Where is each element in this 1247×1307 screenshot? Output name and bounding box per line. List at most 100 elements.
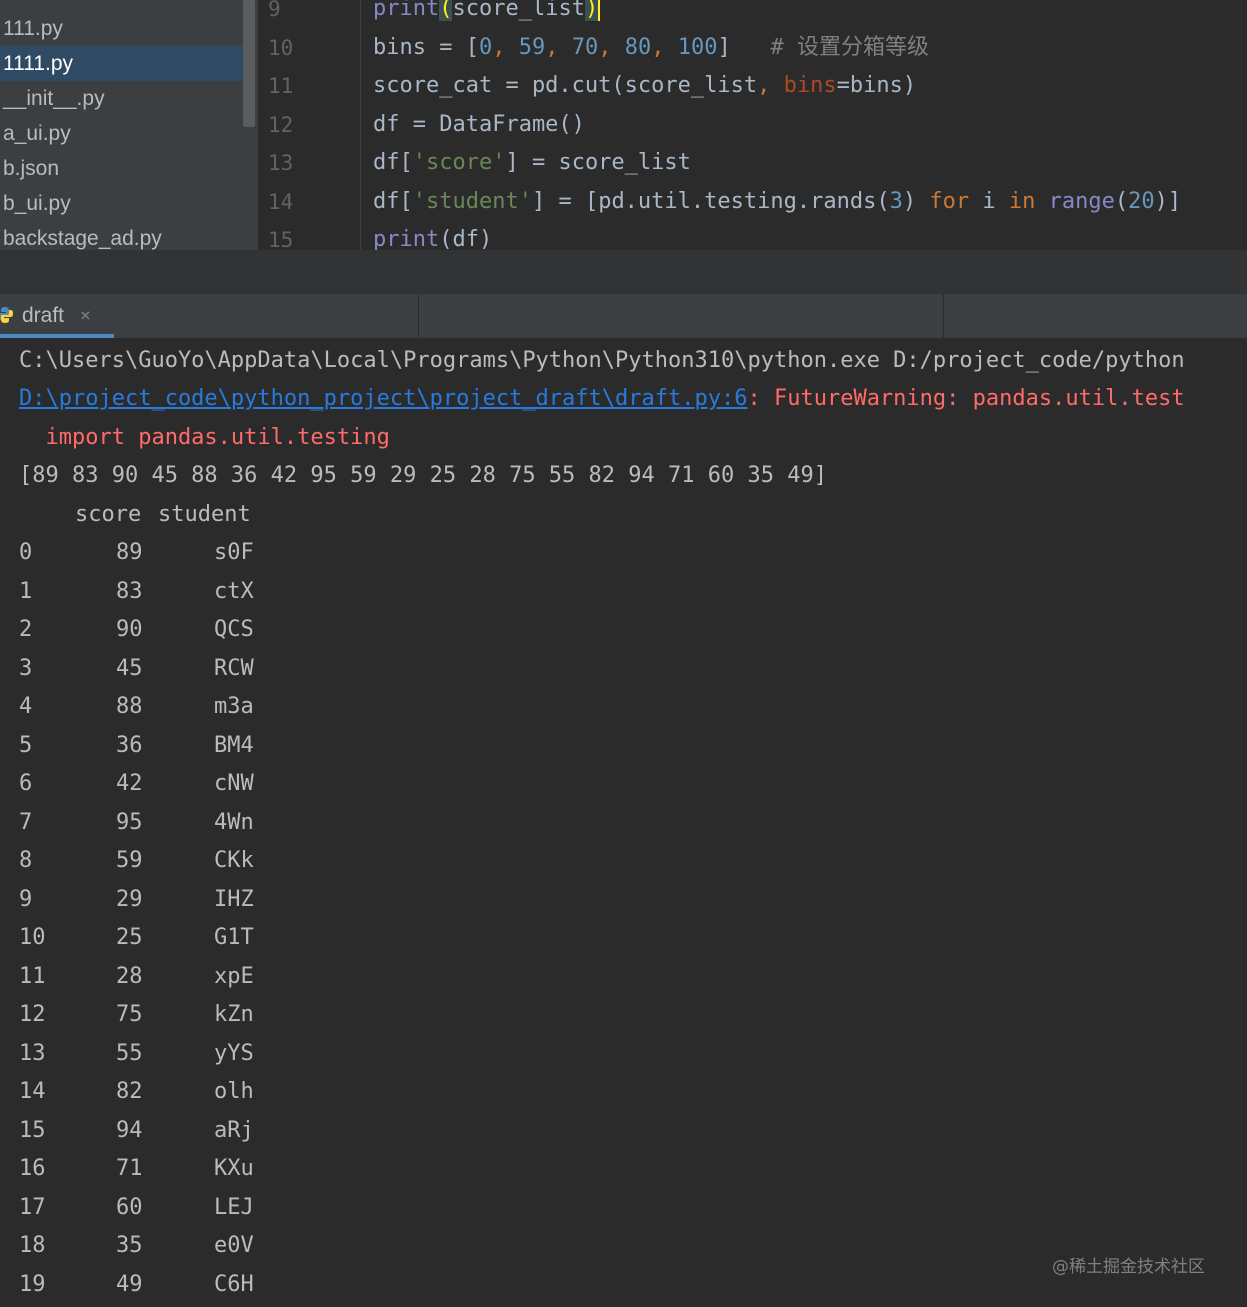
code-token: bins = [ bbox=[373, 34, 479, 60]
code-token: i bbox=[969, 188, 1009, 214]
code-line: df['score'] = score_list bbox=[373, 144, 691, 182]
row-index: 19 bbox=[19, 1271, 46, 1297]
code-token: ( bbox=[1114, 188, 1129, 214]
student-cell: yYS bbox=[214, 1040, 254, 1066]
project-scrollbar[interactable] bbox=[243, 0, 255, 127]
file-item[interactable]: b_ui.py bbox=[0, 186, 243, 221]
student-cell: s0F bbox=[214, 540, 254, 565]
row-index: 13 bbox=[19, 1040, 46, 1066]
table-header-score: score bbox=[75, 502, 142, 527]
run-console-output[interactable]: C:\Users\GuoYo\AppData\Local\Programs\Py… bbox=[0, 338, 1247, 1307]
line-number: 11 bbox=[268, 74, 294, 98]
tab-separator bbox=[943, 294, 944, 338]
score-cell: 35 bbox=[116, 1233, 143, 1258]
line-number: 9 bbox=[268, 0, 281, 21]
score-cell: 60 bbox=[116, 1194, 143, 1220]
code-line: score_cat = pd.cut(score_list, bins=bins… bbox=[373, 67, 916, 105]
code-token: ] bbox=[717, 34, 771, 60]
row-index: 3 bbox=[19, 655, 33, 681]
code-token: 'score' bbox=[412, 150, 506, 175]
python-icon bbox=[0, 307, 13, 323]
score-cell: 25 bbox=[116, 925, 143, 950]
row-index: 0 bbox=[19, 540, 33, 565]
row-index: 6 bbox=[19, 771, 33, 796]
code-token: bins bbox=[783, 73, 837, 98]
code-token: ) bbox=[902, 188, 930, 214]
warning-text: : FutureWarning: pandas.util.test bbox=[747, 386, 1185, 411]
console-warning-line: D:\project_code\python_project\project_d… bbox=[19, 380, 1185, 418]
score-cell: 42 bbox=[116, 771, 143, 796]
score-cell: 59 bbox=[116, 848, 143, 873]
project-file-tree: 111.py 1111.py __init__.py a_ui.py b.json b_u… bbox=[0, 0, 258, 291]
row-index: 5 bbox=[19, 732, 33, 758]
file-item[interactable]: 1111.py bbox=[0, 46, 243, 81]
code-line: df['student'] = [pd.util.testing.rands(3… bbox=[373, 183, 1181, 221]
table-header-student: student bbox=[158, 502, 251, 527]
student-cell: xpE bbox=[214, 963, 254, 989]
score-cell: 75 bbox=[116, 1002, 143, 1027]
row-index: 4 bbox=[19, 694, 33, 719]
code-token: ( bbox=[439, 0, 453, 21]
student-cell: RCW bbox=[214, 655, 254, 681]
code-token: # 设置分箱等级 bbox=[770, 34, 929, 60]
row-index: 11 bbox=[19, 963, 46, 989]
row-index: 17 bbox=[19, 1194, 46, 1220]
file-item[interactable]: 111.py bbox=[0, 11, 243, 46]
warning-import-line: import pandas.util.testing bbox=[19, 425, 390, 450]
file-item[interactable]: a_ui.py bbox=[0, 116, 243, 151]
code-line: df = DataFrame() bbox=[373, 106, 585, 144]
student-cell: KXu bbox=[214, 1156, 254, 1181]
code-line: bins = [0, 59, 70, 80, 100] # 设置分箱等级 bbox=[373, 29, 929, 67]
score-cell: 88 bbox=[116, 694, 143, 719]
text-caret bbox=[598, 0, 601, 21]
score-cell: 45 bbox=[116, 655, 143, 681]
score-cell: 36 bbox=[116, 732, 143, 758]
code-token: =bins) bbox=[836, 73, 917, 98]
console-command-line: C:\Users\GuoYo\AppData\Local\Programs\Py… bbox=[19, 348, 1185, 373]
code-token: , bbox=[757, 73, 784, 98]
code-token: score_cat = pd.cut(score_list bbox=[373, 73, 758, 98]
code-token: print bbox=[373, 227, 440, 252]
close-icon[interactable]: × bbox=[80, 294, 91, 338]
code-token: (df) bbox=[439, 227, 493, 252]
file-item[interactable]: __init__.py bbox=[0, 81, 243, 116]
code-token: 0 bbox=[478, 34, 493, 60]
code-line: print(score_list) bbox=[373, 0, 601, 28]
score-cell: 55 bbox=[116, 1040, 143, 1066]
code-token: 100 bbox=[677, 34, 718, 60]
code-token: print bbox=[373, 0, 440, 21]
code-token: , bbox=[492, 34, 519, 60]
code-token: in bbox=[1008, 188, 1036, 214]
tab-separator bbox=[418, 294, 419, 338]
code-token: ) bbox=[584, 0, 599, 21]
score-cell: 90 bbox=[116, 617, 143, 642]
row-index: 18 bbox=[19, 1233, 46, 1258]
run-tab-draft[interactable]: draft × bbox=[0, 294, 114, 338]
score-cell: 94 bbox=[116, 1117, 143, 1143]
line-number: 12 bbox=[268, 112, 294, 137]
student-cell: C6H bbox=[214, 1271, 254, 1297]
student-cell: LEJ bbox=[214, 1194, 254, 1220]
row-index: 14 bbox=[19, 1079, 46, 1104]
code-token: , bbox=[651, 34, 678, 60]
student-cell: IHZ bbox=[214, 886, 254, 912]
run-tool-window-tabbar: draft × bbox=[0, 294, 1247, 339]
code-token: , bbox=[598, 34, 625, 60]
student-cell: m3a bbox=[214, 694, 254, 719]
file-item[interactable]: b.json bbox=[0, 151, 243, 186]
score-cell: 95 bbox=[116, 809, 143, 835]
code-token: 59 bbox=[518, 34, 546, 60]
watermark: @稀土掘金技术社区 bbox=[1052, 1257, 1205, 1277]
row-index: 16 bbox=[19, 1156, 46, 1181]
code-token: )] bbox=[1154, 188, 1182, 214]
student-cell: G1T bbox=[214, 925, 254, 950]
warning-file-link[interactable]: D:\project_code\python_project\project_d… bbox=[19, 386, 747, 411]
code-token: 3 bbox=[889, 188, 903, 214]
row-index: 2 bbox=[19, 617, 33, 642]
code-token: 80 bbox=[624, 34, 652, 60]
code-token: 'student' bbox=[412, 188, 532, 214]
student-cell: cNW bbox=[214, 771, 254, 796]
code-token: df[ bbox=[373, 150, 413, 175]
code-token: for bbox=[929, 188, 970, 214]
score-cell: 29 bbox=[116, 886, 143, 912]
